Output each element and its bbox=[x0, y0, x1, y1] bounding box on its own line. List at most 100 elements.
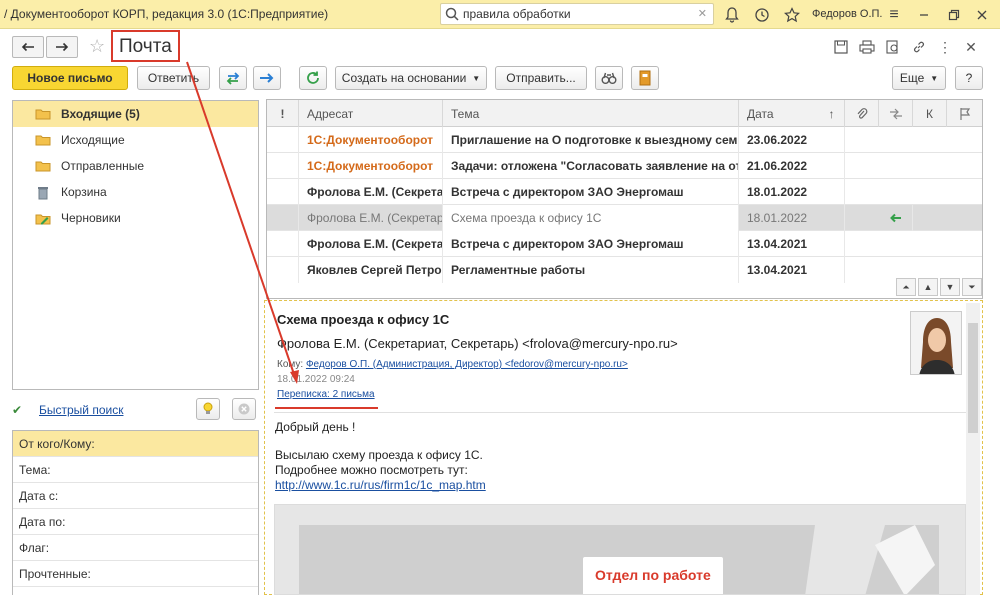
refresh-icon bbox=[307, 71, 319, 84]
folder-label: Черновики bbox=[61, 211, 121, 225]
table-row[interactable]: Фролова Е.М. (Секретариат, Секретарь) Вс… bbox=[267, 179, 982, 205]
reply-all-button[interactable] bbox=[219, 66, 247, 90]
column-subject[interactable]: Тема bbox=[443, 100, 739, 127]
message-from: Фролова Е.М. (Секретариат, Секретарь) <f… bbox=[277, 336, 678, 351]
folder-icon bbox=[35, 108, 51, 120]
favorite-star-icon[interactable]: ☆ bbox=[89, 36, 105, 57]
bell-icon[interactable] bbox=[722, 5, 742, 25]
flag-icon bbox=[959, 107, 970, 120]
folder-item-inbox[interactable]: Входящие (5) bbox=[13, 101, 258, 127]
chevron-down-icon: ▼ bbox=[930, 73, 939, 83]
folder-item-outbox[interactable]: Исходящие bbox=[13, 127, 258, 153]
column-k[interactable]: К bbox=[913, 100, 947, 127]
search-input[interactable] bbox=[463, 6, 693, 22]
current-user[interactable]: Федоров О.П. bbox=[812, 8, 883, 20]
scrollbar-thumb[interactable] bbox=[968, 323, 978, 433]
trash-icon bbox=[35, 186, 51, 200]
save-icon[interactable] bbox=[832, 38, 850, 56]
table-row[interactable]: 1С:Документооборот Задачи: отложена "Сог… bbox=[267, 153, 982, 179]
page-title: Почта bbox=[119, 36, 172, 57]
folder-icon bbox=[35, 134, 51, 146]
clear-filter-button[interactable] bbox=[232, 398, 256, 420]
help-button[interactable]: ? bbox=[955, 66, 983, 90]
message-subject: Схема проезда к офису 1С bbox=[277, 312, 450, 327]
filter-read[interactable]: Прочтенные: bbox=[13, 561, 258, 587]
preview-scrollbar[interactable] bbox=[966, 303, 980, 595]
column-flag[interactable] bbox=[947, 100, 982, 127]
folder-item-drafts[interactable]: Черновики bbox=[13, 205, 258, 231]
table-row[interactable]: 1С:Документооборот Приглашение на О подг… bbox=[267, 127, 982, 153]
close-icon[interactable] bbox=[972, 5, 992, 25]
recipient-link[interactable]: Федоров О.П. (Администрация, Директор) <… bbox=[306, 359, 628, 370]
scroll-down-icon[interactable]: ▼ bbox=[940, 278, 960, 296]
folder-item-trash[interactable]: Корзина bbox=[13, 179, 258, 205]
form-close-icon[interactable]: ✕ bbox=[962, 38, 980, 56]
link-icon[interactable] bbox=[910, 38, 928, 56]
row-subject: Регламентные работы bbox=[443, 257, 739, 283]
row-date: 21.06.2022 bbox=[739, 153, 845, 179]
scroll-up-icon[interactable]: ▲ bbox=[918, 278, 938, 296]
restore-icon[interactable] bbox=[944, 5, 964, 25]
row-addressee: Фролова Е.М. (Секретариат, Секретарь) bbox=[299, 179, 443, 205]
hint-button[interactable] bbox=[196, 398, 220, 420]
rules-button[interactable] bbox=[631, 66, 659, 90]
table-header: ! Адресат Тема Дата ↑ К bbox=[267, 100, 982, 127]
menu-icon[interactable]: ≡ bbox=[884, 5, 904, 25]
thread-link[interactable]: Переписка: 2 письма bbox=[277, 389, 375, 400]
preview-icon[interactable] bbox=[884, 38, 902, 56]
column-importance[interactable]: ! bbox=[267, 100, 299, 127]
filter-from-to[interactable]: От кого/Кому: bbox=[13, 431, 258, 457]
clear-icon[interactable]: ✕ bbox=[698, 7, 707, 20]
new-mail-button[interactable]: Новое письмо bbox=[12, 66, 128, 90]
message-to: Кому: Федоров О.П. (Администрация, Дирек… bbox=[277, 359, 628, 370]
more-button[interactable]: Еще ▼ bbox=[892, 66, 946, 90]
history-icon[interactable] bbox=[752, 5, 772, 25]
scroll-first-icon[interactable]: ⏶ bbox=[896, 278, 916, 296]
find-button[interactable] bbox=[595, 66, 623, 90]
row-addressee: Фролова Е.М. (Секретариат, Секретарь) bbox=[299, 205, 443, 231]
folder-label: Входящие (5) bbox=[61, 107, 140, 121]
body-line-2: Подробнее можно посмотреть тут: bbox=[275, 463, 468, 477]
print-icon[interactable] bbox=[858, 38, 876, 56]
table-row-selected[interactable]: Фролова Е.М. (Секретариат, Секретарь) Сх… bbox=[267, 205, 982, 231]
row-importance bbox=[267, 231, 299, 257]
row-addressee: 1С:Документооборот bbox=[299, 153, 443, 179]
map-link[interactable]: http://www.1c.ru/rus/firm1c/1c_map.htm bbox=[275, 478, 486, 492]
more-vertical-icon[interactable]: ⋮ bbox=[936, 38, 954, 56]
filter-subject[interactable]: Тема: bbox=[13, 457, 258, 483]
row-date: 13.04.2021 bbox=[739, 257, 845, 283]
quick-search-link[interactable]: Быстрый поиск bbox=[39, 403, 123, 417]
back-button[interactable] bbox=[12, 36, 44, 58]
row-date: 18.01.2022 bbox=[739, 205, 845, 231]
reply-button[interactable]: Ответить bbox=[137, 66, 210, 90]
to-label: Кому: bbox=[277, 359, 304, 370]
column-date[interactable]: Дата bbox=[739, 100, 819, 127]
refresh-button[interactable] bbox=[299, 66, 327, 90]
row-subject: Задачи: отложена "Согласовать заявление … bbox=[443, 153, 739, 179]
send-button[interactable]: Отправить... bbox=[495, 66, 587, 90]
sort-ascending-icon[interactable]: ↑ bbox=[819, 100, 845, 127]
favorites-icon[interactable] bbox=[782, 5, 802, 25]
map-image: Отдел по работе bbox=[274, 504, 966, 595]
create-based-on-button[interactable]: Создать на основании ▼ bbox=[335, 66, 487, 90]
column-links[interactable] bbox=[879, 100, 913, 127]
column-addressee[interactable]: Адресат bbox=[299, 100, 443, 127]
scroll-last-icon[interactable]: ⏷ bbox=[962, 278, 982, 296]
global-search[interactable]: ✕ bbox=[440, 3, 714, 25]
forward-button[interactable] bbox=[46, 36, 78, 58]
filter-date-from[interactable]: Дата с: bbox=[13, 483, 258, 509]
table-row[interactable]: Яковлев Сергей Петрович Регламентные раб… bbox=[267, 257, 982, 283]
minimize-icon[interactable] bbox=[914, 5, 934, 25]
filter-flag[interactable]: Флаг: bbox=[13, 535, 258, 561]
row-date: 18.01.2022 bbox=[739, 179, 845, 205]
row-subject: Схема проезда к офису 1С bbox=[443, 205, 739, 231]
folder-item-sent[interactable]: Отправленные bbox=[13, 153, 258, 179]
column-attachment[interactable] bbox=[845, 100, 879, 127]
checkmark-icon[interactable]: ✔ bbox=[12, 403, 22, 417]
row-subject: Встреча с директором ЗАО Энергомаш bbox=[443, 179, 739, 205]
filter-date-to[interactable]: Дата по: bbox=[13, 509, 258, 535]
body-link-row: http://www.1c.ru/rus/firm1c/1c_map.htm bbox=[275, 478, 486, 492]
message-date: 18.01.2022 09:24 bbox=[277, 374, 355, 385]
forward-mail-button[interactable] bbox=[253, 66, 281, 90]
table-row[interactable]: Фролова Е.М. (Секретариат, Секретарь) Вс… bbox=[267, 231, 982, 257]
